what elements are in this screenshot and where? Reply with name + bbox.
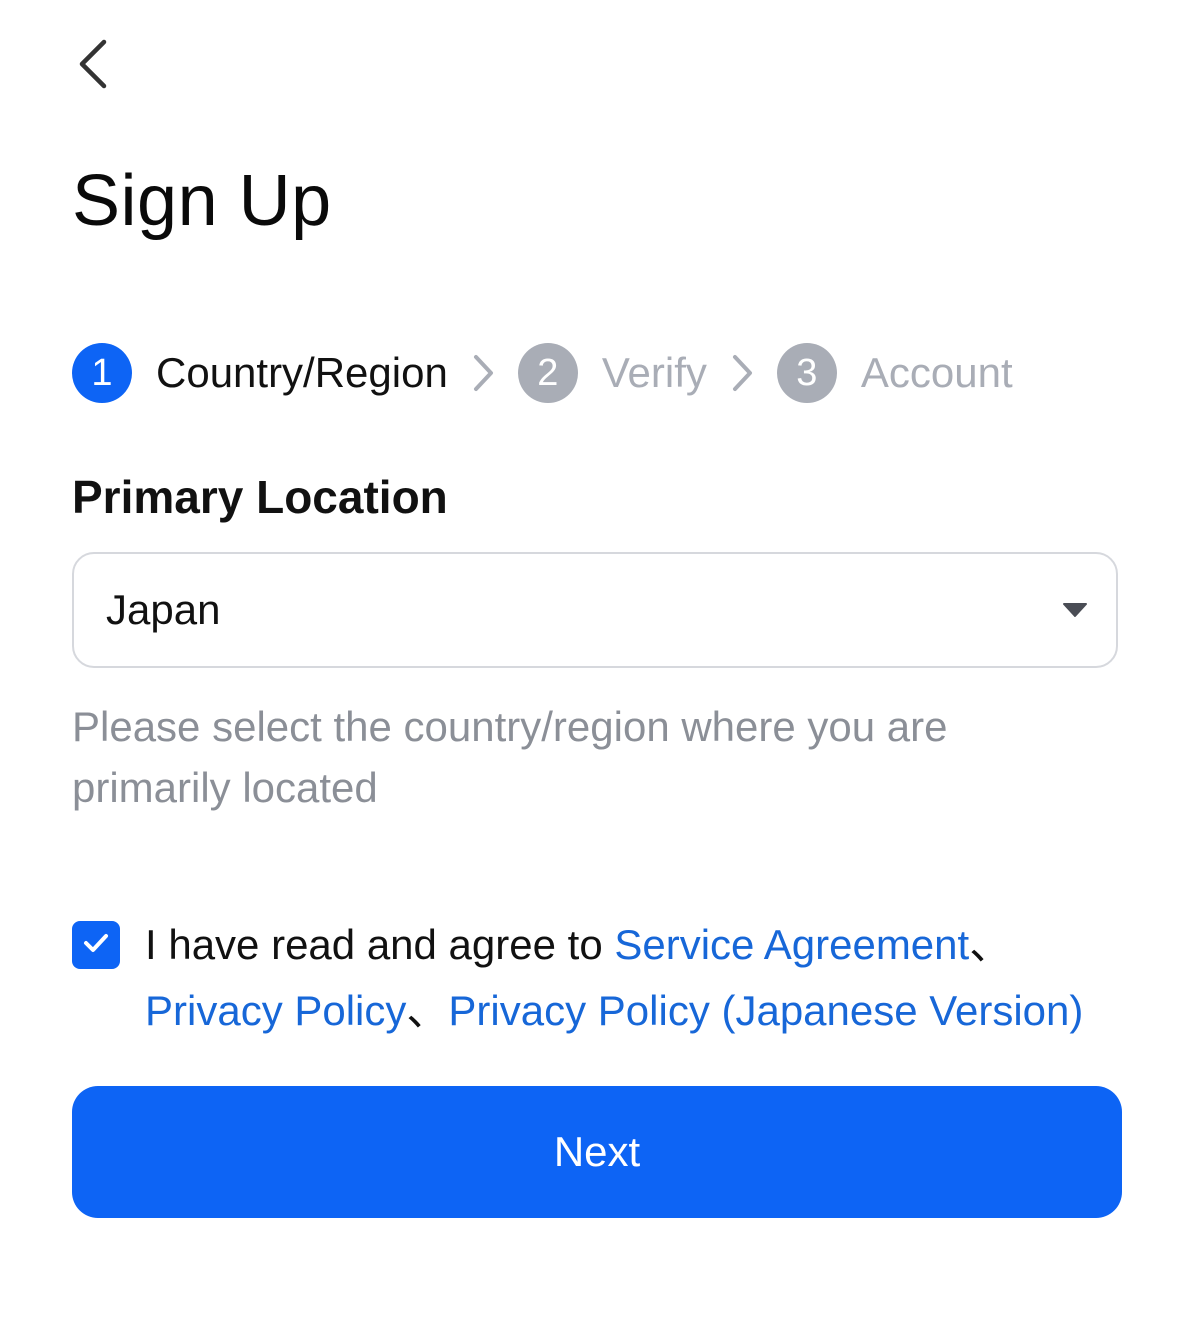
privacy-policy-link[interactable]: Privacy Policy bbox=[145, 987, 406, 1034]
next-button[interactable]: Next bbox=[72, 1086, 1122, 1218]
location-helper-text: Please select the country/region where y… bbox=[72, 703, 948, 811]
caret-down-icon bbox=[1062, 602, 1088, 618]
step-number-1: 1 bbox=[72, 343, 132, 403]
step-country-region: 1 Country/Region bbox=[72, 343, 448, 403]
primary-location-select[interactable]: Japan bbox=[72, 552, 1118, 668]
step-verify: 2 Verify bbox=[517, 343, 707, 403]
agreement-prefix: I have read and agree to bbox=[145, 921, 615, 968]
chevron-right-icon bbox=[448, 343, 518, 403]
primary-location-label: Primary Location bbox=[72, 471, 448, 523]
agreement-checkbox[interactable] bbox=[72, 921, 120, 969]
step-label-verify: Verify bbox=[601, 349, 707, 396]
link-separator: 、 bbox=[406, 987, 449, 1034]
step-label-country-region: Country/Region bbox=[156, 349, 448, 396]
step-indicator: 1 Country/Region 2 Verify 3 Account bbox=[72, 343, 1013, 403]
link-separator: 、 bbox=[969, 921, 1012, 968]
step-number-2: 2 bbox=[517, 343, 578, 403]
agreement-text: I have read and agree to Service Agreeme… bbox=[145, 912, 1145, 1044]
checkmark-icon bbox=[82, 932, 110, 959]
privacy-policy-japanese-link[interactable]: Privacy Policy (Japanese Version) bbox=[448, 987, 1083, 1034]
chevron-right-icon bbox=[707, 343, 777, 403]
step-number-3: 3 bbox=[776, 343, 837, 403]
selected-country: Japan bbox=[106, 586, 221, 633]
step-account: 3 Account bbox=[776, 343, 1013, 403]
service-agreement-link[interactable]: Service Agreement bbox=[614, 921, 969, 968]
step-label-account: Account bbox=[860, 349, 1013, 396]
page-title: Sign Up bbox=[72, 161, 332, 241]
back-button[interactable] bbox=[62, 34, 122, 98]
chevron-left-icon bbox=[74, 36, 110, 97]
